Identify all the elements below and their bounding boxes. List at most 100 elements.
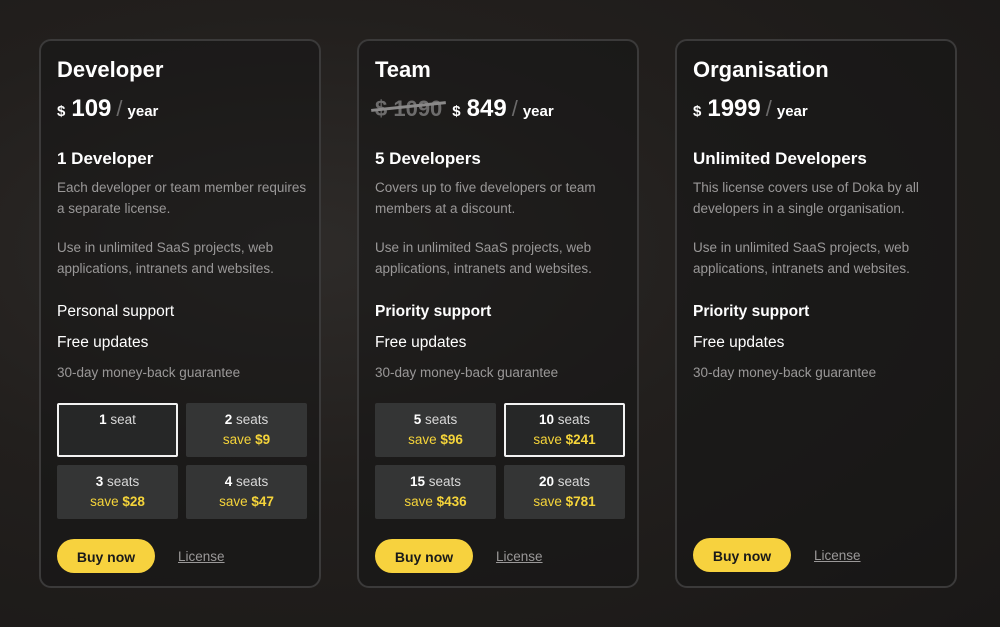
price-amount: 109 (71, 95, 112, 122)
save-prefix: save (533, 494, 562, 509)
seat-unit: seats (557, 474, 591, 489)
save-prefix: save (90, 494, 119, 509)
plan-headline: 5 Developers (375, 149, 481, 168)
seat-saving: save $47 (186, 494, 307, 509)
seat-number: 1 (99, 412, 107, 427)
price-slash: / (511, 96, 518, 121)
seat-option-10[interactable]: 10 seats save $241 (504, 403, 625, 457)
free-updates: Free updates (693, 334, 785, 351)
seat-options: 5 seats save $96 10 seats save $241 15 s… (375, 403, 625, 521)
price-amount: 1999 (707, 95, 761, 122)
plan-headline: Unlimited Developers (693, 149, 867, 168)
free-updates: Free updates (57, 334, 149, 351)
seat-option-5[interactable]: 5 seats save $96 (375, 403, 496, 457)
seat-unit: seats (236, 412, 269, 427)
price-period: year (776, 103, 808, 120)
free-updates: Free updates (375, 334, 467, 351)
seat-unit: seats (425, 412, 458, 427)
save-prefix: save (404, 494, 433, 509)
seat-count: 15 seats (375, 474, 496, 489)
plan-title: Developer (57, 57, 164, 82)
seat-count: 2 seats (186, 412, 307, 427)
seat-options: 1 seat 2 seats save $9 3 seats save $28 … (57, 403, 307, 521)
price-row: $ 1999 / year (693, 95, 808, 123)
seat-number: 10 (538, 412, 554, 427)
money-back-guarantee: 30-day money-back guarantee (57, 365, 241, 380)
plan-title: Organisation (693, 57, 829, 82)
pricing-card-organisation: Organisation $ 1999 / year Unlimited Dev… (675, 39, 957, 588)
save-amount: $241 (565, 432, 596, 447)
original-price: $ 1090 (371, 96, 447, 122)
money-back-guarantee: 30-day money-back guarantee (375, 365, 559, 380)
seat-option-20[interactable]: 20 seats save $781 (504, 465, 625, 519)
save-prefix: save (408, 432, 437, 447)
money-back-guarantee: 30-day money-back guarantee (693, 365, 877, 380)
seat-option-3[interactable]: 3 seats save $28 (57, 465, 178, 519)
seat-number: 15 (409, 474, 425, 489)
seat-saving: save $96 (375, 432, 496, 447)
save-prefix: save (533, 432, 562, 447)
seat-option-1[interactable]: 1 seat (57, 403, 178, 457)
support-level: Priority support (375, 303, 492, 320)
save-amount: $47 (251, 494, 274, 509)
seat-count: 5 seats (375, 412, 496, 427)
seat-number: 5 (413, 412, 422, 427)
save-prefix: save (222, 432, 252, 447)
seat-number: 3 (95, 474, 104, 489)
license-link[interactable]: License (178, 549, 225, 564)
seat-count: 10 seats (506, 412, 623, 427)
plan-description: This license covers use of Doka by all d… (693, 180, 919, 216)
price-currency: $ (693, 103, 702, 120)
seat-saving: save $241 (506, 432, 623, 447)
pricing-card-developer: Developer $ 109 / year 1 Developer Each … (39, 39, 321, 588)
plan-title: Team (375, 57, 431, 82)
price-currency: $ (57, 103, 66, 120)
seat-saving: save $781 (504, 494, 625, 509)
price-slash: / (765, 96, 772, 121)
seat-count: 4 seats (186, 474, 307, 489)
seat-number: 20 (538, 474, 554, 489)
seat-unit: seat (110, 412, 136, 427)
seat-unit: seats (236, 474, 269, 489)
save-amount: $96 (440, 432, 463, 447)
support-level: Personal support (57, 303, 175, 320)
seat-saving: save $436 (375, 494, 496, 509)
plan-usage: Use in unlimited SaaS projects, web appl… (57, 240, 274, 276)
plan-description: Each developer or team member requires a… (57, 180, 307, 216)
seat-number: 4 (224, 474, 233, 489)
price-amount: 849 (466, 95, 507, 122)
price-slash: / (116, 96, 123, 121)
license-link[interactable]: License (496, 549, 543, 564)
seat-count: 20 seats (504, 474, 625, 489)
buy-now-button[interactable]: Buy now (375, 539, 473, 573)
seat-option-2[interactable]: 2 seats save $9 (186, 403, 307, 457)
price-period: year (127, 103, 159, 120)
seat-count: 1 seat (59, 412, 176, 427)
save-amount: $28 (122, 494, 145, 509)
plan-usage: Use in unlimited SaaS projects, web appl… (375, 240, 592, 276)
save-amount: $781 (565, 494, 596, 509)
seat-unit: seats (557, 412, 591, 427)
seat-count: 3 seats (57, 474, 178, 489)
seat-option-4[interactable]: 4 seats save $47 (186, 465, 307, 519)
license-link[interactable]: License (814, 548, 861, 563)
buy-now-button[interactable]: Buy now (693, 538, 791, 572)
seat-saving: save $9 (186, 432, 307, 447)
seat-number: 2 (224, 412, 233, 427)
plan-usage: Use in unlimited SaaS projects, web appl… (693, 240, 910, 276)
seat-unit: seats (107, 474, 140, 489)
save-amount: $436 (436, 494, 467, 509)
seat-unit: seats (428, 474, 462, 489)
price-period: year (522, 103, 554, 120)
save-prefix: save (219, 494, 248, 509)
save-amount: $9 (255, 432, 271, 447)
support-level: Priority support (693, 303, 810, 320)
plan-description: Covers up to five developers or team mem… (375, 180, 596, 216)
price-row: $ 109 / year (57, 95, 158, 123)
pricing-card-team: Team $ 1090 $ 849 / year 5 Developers Co… (357, 39, 639, 588)
seat-option-15[interactable]: 15 seats save $436 (375, 465, 496, 519)
plan-headline: 1 Developer (57, 149, 154, 168)
seat-saving: save $28 (57, 494, 178, 509)
buy-now-button[interactable]: Buy now (57, 539, 155, 573)
price-row: $ 1090 $ 849 / year (371, 95, 554, 123)
